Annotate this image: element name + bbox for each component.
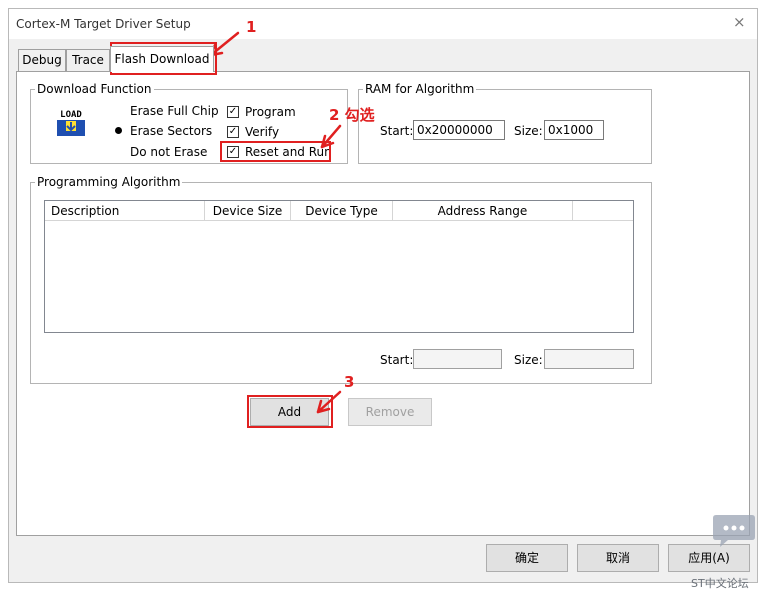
annotation-label-2: 2 勾选 [329,106,375,124]
chat-bubble-icon [712,513,756,549]
tab-flash-download[interactable]: Flash Download [110,46,214,72]
annotation-arrows [209,31,342,414]
annotation-label-1: 1 [246,18,257,36]
annotation-label-3: 3 [344,373,355,391]
watermark-text: ST中文论坛 [691,577,749,590]
